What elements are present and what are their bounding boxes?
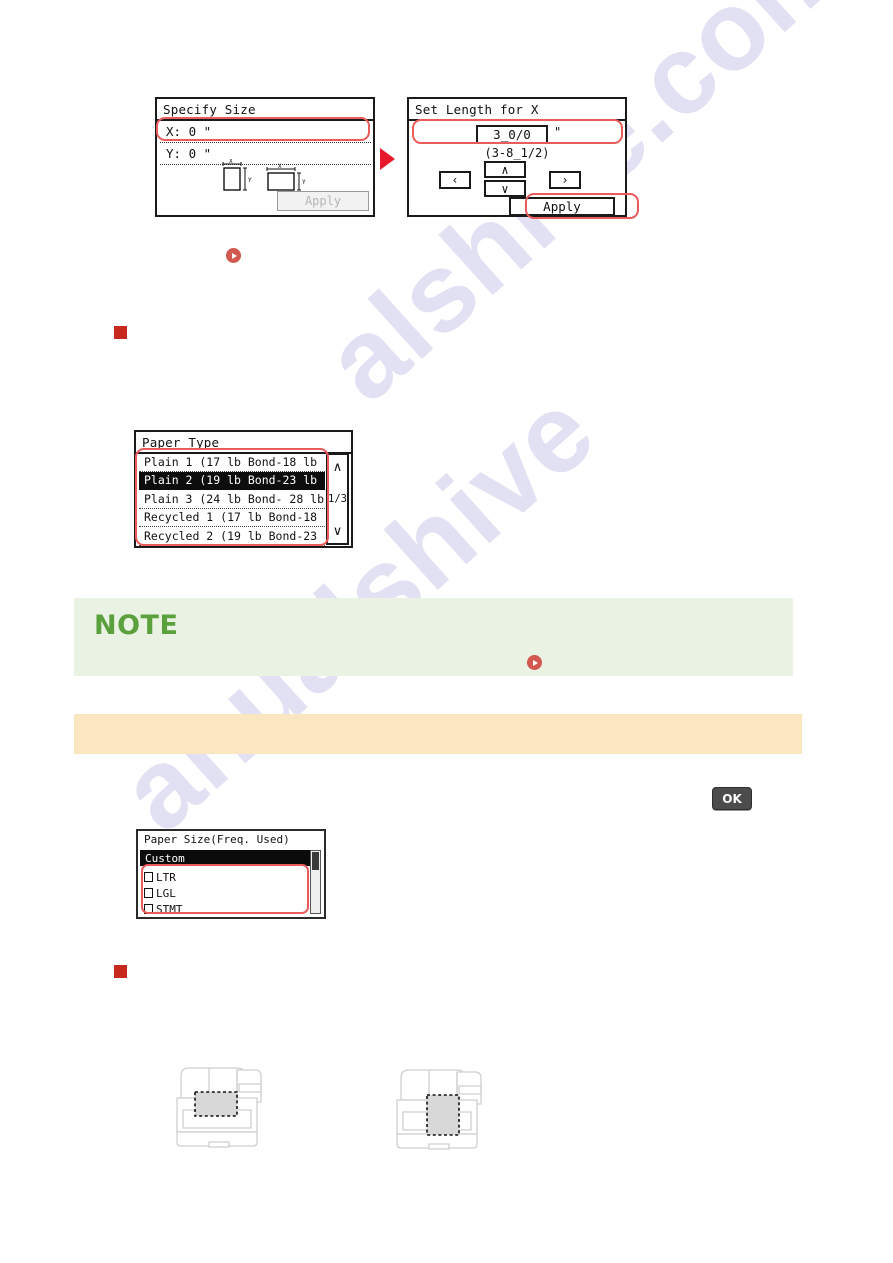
scroll-down-icon[interactable]: ∨: [328, 519, 347, 543]
paper-size-selected-item[interactable]: Custom: [140, 850, 310, 866]
note-callout: NOTE: [74, 598, 793, 676]
paper-size-title: Paper Size(Freq. Used): [144, 833, 290, 846]
length-unit-label: ": [554, 125, 562, 139]
length-value-field[interactable]: 3_0/0: [476, 125, 548, 144]
list-item[interactable]: Plain 3 (24 lb Bond- 28 lb: [139, 490, 325, 509]
cursor-right-key[interactable]: ›: [549, 171, 581, 189]
list-item[interactable]: LGL: [144, 885, 176, 901]
orientation-diagram-svg: X Y X Y: [222, 158, 306, 191]
cursor-left-key[interactable]: ‹: [439, 171, 471, 189]
note-label: NOTE: [94, 610, 179, 641]
section-bullet-marker-2: [114, 965, 127, 978]
paper-type-title: Paper Type: [136, 432, 351, 454]
specify-size-row-x[interactable]: X: 0 ": [160, 121, 371, 143]
flow-arrow-icon: [380, 148, 395, 170]
lcd-screen-specify-size: Specify Size X: 0 " Y: 0 " X Y X Y Apply: [155, 97, 375, 217]
list-item-label: LTR: [156, 870, 176, 884]
printer-illustration-output-tray-top: [163, 1040, 283, 1150]
specify-size-apply-button[interactable]: Apply: [277, 191, 369, 211]
list-item-label: LGL: [156, 886, 176, 900]
svg-text:Y: Y: [302, 179, 306, 186]
list-item-label: STMT: [156, 902, 183, 916]
checkbox-icon[interactable]: [144, 904, 153, 914]
list-item[interactable]: Plain 1 (17 lb Bond-18 lb: [139, 453, 325, 472]
highlighted-procedure-band: [74, 714, 802, 754]
list-item[interactable]: Recycled 1 (17 lb Bond-18: [139, 509, 325, 527]
set-length-apply-button[interactable]: Apply: [509, 197, 615, 216]
reference-link-play-icon-1[interactable]: [226, 248, 241, 263]
svg-text:X: X: [229, 159, 233, 165]
reference-link-play-icon-2[interactable]: [527, 655, 542, 670]
paper-type-list: Plain 1 (17 lb Bond-18 lb Plain 2 (19 lb…: [139, 453, 325, 546]
paper-type-scrollbar[interactable]: ∧ 1/3 ∨: [326, 453, 349, 545]
paper-size-scrollbar[interactable]: [310, 850, 321, 914]
scrollbar-thumb[interactable]: [312, 852, 319, 870]
checkbox-icon[interactable]: [144, 872, 153, 882]
ok-key-button[interactable]: OK: [712, 787, 752, 810]
cursor-up-key[interactable]: ∧: [484, 161, 526, 178]
scroll-up-icon[interactable]: ∧: [328, 455, 347, 479]
set-length-title: Set Length for X: [409, 99, 625, 121]
list-item[interactable]: Recycled 2 (19 lb Bond-23: [139, 527, 325, 546]
list-item[interactable]: Plain 2 (19 lb Bond-23 lb: [139, 471, 325, 490]
length-range-hint: (3-8_1/2): [484, 146, 550, 160]
printer-svg-right: [396, 1069, 482, 1150]
page-indicator: 1/3: [328, 493, 347, 505]
paper-orientation-diagram: X Y X Y: [215, 158, 325, 193]
svg-text:X: X: [278, 163, 282, 170]
checkbox-icon[interactable]: [144, 888, 153, 898]
cursor-down-key[interactable]: ∨: [484, 180, 526, 197]
section-bullet-marker-1: [114, 326, 127, 339]
svg-text:Y: Y: [248, 177, 252, 184]
list-item[interactable]: LTR: [144, 869, 176, 885]
printer-svg-left: [176, 1067, 262, 1148]
lcd-screen-set-length: Set Length for X 3_0/0 " (3-8_1/2) ‹ › ∧…: [407, 97, 627, 217]
specify-size-title: Specify Size: [157, 99, 373, 121]
lcd-screen-paper-size: Paper Size(Freq. Used) Custom LTR LGL ST…: [136, 829, 326, 919]
lcd-screen-paper-type: Paper Type Plain 1 (17 lb Bond-18 lb Pla…: [134, 430, 353, 548]
printer-illustration-output-tray-extended: [383, 1040, 503, 1150]
list-item[interactable]: STMT: [144, 901, 183, 917]
